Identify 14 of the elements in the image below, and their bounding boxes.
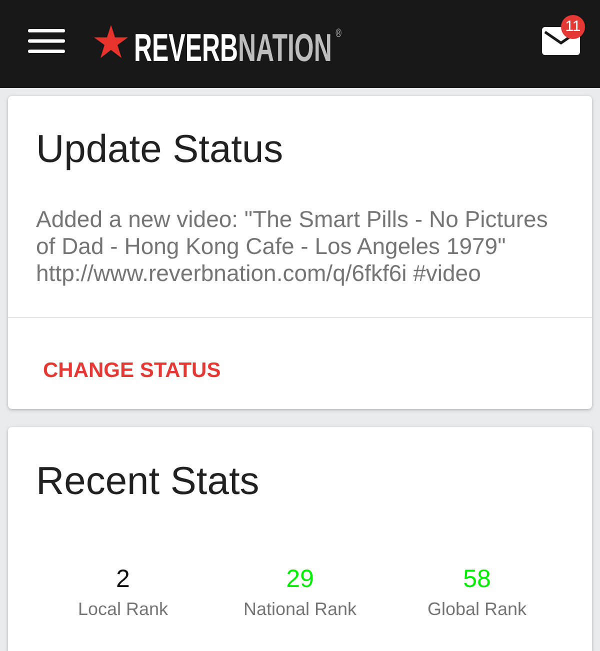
stat-value: 29 [286, 564, 314, 594]
change-status-button[interactable]: CHANGE STATUS [39, 353, 225, 389]
stat-label: Global Rank [427, 598, 527, 620]
logo-wordmark: REVERBNATION$^{®}$ [134, 25, 342, 69]
stat-value: 2 [116, 564, 130, 594]
star-icon [94, 24, 128, 58]
menu-icon[interactable] [28, 29, 65, 53]
stat-value: 58 [463, 564, 491, 594]
card-title: Update Status [36, 127, 284, 173]
stat-label: Local Rank [78, 598, 168, 620]
status-text: Added a new video: "The Smart Pills - No Pictures of Dad - Hong Kong Cafe - Los Angeles 1979" http://www.reverbnation.com/q/6fkf6i #video [36, 206, 549, 287]
stat-label: National Rank [243, 598, 357, 620]
unread-count-badge: 11 [561, 15, 585, 39]
card-title: Recent Stats [35, 459, 260, 505]
